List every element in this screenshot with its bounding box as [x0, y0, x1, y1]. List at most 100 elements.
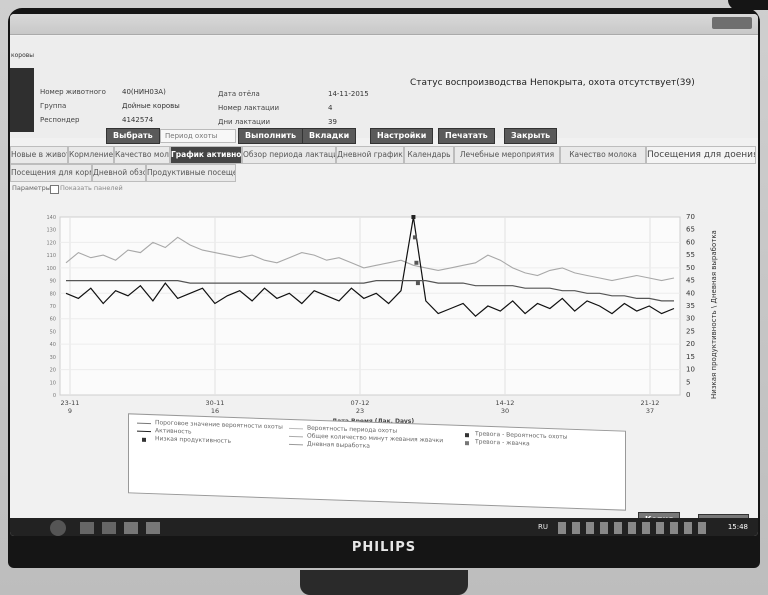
- left-tick-label: 0: [53, 393, 56, 399]
- x-tick-label: 23-11: [61, 399, 80, 407]
- right-tick-label: 35: [686, 302, 695, 310]
- screen-corner-reflection: [728, 0, 768, 10]
- tab-daily-overview[interactable]: Дневной обзор: [92, 164, 146, 182]
- chart-legend: Пороговое значение вероятности охоты Акт…: [128, 413, 626, 511]
- x-tick-sublabel: 9: [68, 407, 72, 415]
- alarm-marker: [415, 281, 420, 286]
- right-tick-label: 55: [686, 251, 695, 259]
- tabs-button[interactable]: Вкладки: [302, 128, 357, 144]
- x-tick-sublabel: 23: [356, 407, 364, 415]
- right-axis-label: Низкая продуктивность \ Дневная выработк…: [710, 230, 718, 399]
- monitor-brand-logo: PHILIPS: [351, 540, 417, 555]
- period-select[interactable]: Период охоты: [160, 129, 236, 143]
- right-tick-label: 60: [686, 238, 695, 246]
- print-button[interactable]: Печатать: [438, 128, 495, 144]
- left-tick-label: 100: [46, 266, 56, 272]
- close-button[interactable]: Закрыть: [504, 128, 558, 144]
- select-button[interactable]: Выбрать: [106, 128, 160, 144]
- left-tick-label: 50: [50, 329, 56, 335]
- calving-date-value: 14-11-2015: [328, 90, 369, 98]
- right-tick-label: 10: [686, 366, 695, 374]
- x-tick-label: 21-12: [641, 399, 660, 407]
- legend-alarm-rumination: Тревога - жвачка: [475, 438, 530, 448]
- tab-productive-visits[interactable]: Продуктивные посещения: [146, 164, 236, 182]
- tray-icons[interactable]: [558, 522, 708, 534]
- left-tick-label: 10: [50, 380, 56, 386]
- tab-feeding[interactable]: Кормление: [68, 146, 114, 164]
- left-tick-label: 130: [46, 228, 56, 234]
- tab-milking-visits[interactable]: Посещения для доения: [646, 146, 756, 164]
- lactation-number-label: Номер лактации: [218, 104, 280, 112]
- right-tick-label: 30: [686, 315, 695, 323]
- taskbar: RU 15:48: [10, 518, 758, 536]
- x-tick-label: 07-12: [351, 399, 370, 407]
- left-tick-label: 140: [46, 215, 56, 221]
- left-tick-label: 120: [46, 240, 56, 246]
- x-tick-sublabel: 30: [501, 407, 509, 415]
- lactation-number-value: 4: [328, 104, 333, 112]
- taskbar-app-icon[interactable]: [102, 522, 116, 534]
- legend-activity: Активность: [155, 427, 192, 436]
- group-label: Группа: [40, 102, 67, 110]
- right-tick-label: 25: [686, 327, 695, 335]
- tab-milk-quality-2[interactable]: Качество молока: [560, 146, 646, 164]
- tabs-row-1: Новые в животные Кормление Качество моло…: [10, 146, 758, 164]
- side-panel: коровы: [10, 52, 34, 132]
- checkbox-icon[interactable]: [50, 185, 59, 194]
- tab-activity-graph[interactable]: График активности: [170, 146, 242, 164]
- activity-chart: 140 130 120 110 100 90 80 70 60 50 40 30 20 10 0 0 5 10 1…: [22, 209, 722, 447]
- legend-low-production: Низкая продуктивность: [155, 435, 231, 445]
- tab-calendar[interactable]: Календарь: [404, 146, 454, 164]
- language-indicator[interactable]: RU: [538, 523, 548, 531]
- x-tick-sublabel: 16: [211, 407, 219, 415]
- left-tick-label: 90: [50, 279, 56, 285]
- settings-button[interactable]: Настройки: [370, 128, 434, 144]
- right-tick-label: 65: [686, 226, 695, 234]
- x-tick-sublabel: 37: [646, 407, 654, 415]
- calving-date-label: Дата отёла: [218, 90, 260, 98]
- execute-button[interactable]: Выполнить: [238, 128, 304, 144]
- legend-line-rumination: [289, 435, 303, 438]
- chart-svg: 1401301201101009080706050403020100 05101…: [46, 213, 718, 425]
- left-tick-label: 20: [50, 368, 56, 374]
- alarm-marker: [411, 215, 416, 219]
- cow-number-value: 40(НИН03А): [122, 88, 166, 96]
- right-tick-label: 50: [686, 264, 695, 272]
- sub-bar: Параметры Показать панелей: [10, 184, 758, 196]
- x-tick-label: 14-12: [496, 399, 515, 407]
- left-tick-label: 40: [50, 342, 56, 348]
- alarm-marker: [414, 260, 419, 265]
- side-panel-title: коровы: [11, 52, 35, 59]
- right-tick-label: 0: [686, 391, 690, 399]
- start-icon[interactable]: [50, 520, 66, 536]
- right-tick-label: 70: [686, 213, 695, 221]
- tab-new-animals[interactable]: Новые в животные: [10, 146, 68, 164]
- left-tick-label: 70: [50, 304, 56, 310]
- left-tick-label: 110: [46, 253, 56, 259]
- tab-milk-quality[interactable]: Качество молока: [114, 146, 170, 164]
- legend-mark-alarm-rumination: [465, 441, 469, 446]
- legend-daily-yield: Дневная выработка: [307, 440, 370, 450]
- group-value: Дойные коровы: [122, 102, 180, 110]
- show-panels-label: Показать панелей: [60, 184, 123, 192]
- taskbar-app-icon[interactable]: [146, 522, 160, 534]
- left-tick-label: 30: [50, 355, 56, 361]
- tabs-row-2: Посещения для кормления Дневной обзор Пр…: [10, 164, 758, 182]
- cow-info-panel: коровы Номер животного 40(НИН03А) Группа…: [10, 36, 758, 144]
- tab-lactation-overview[interactable]: Обзор периода лактации: [242, 146, 336, 164]
- left-tick-label: 60: [50, 317, 56, 323]
- legend-line-threshold: [137, 422, 151, 425]
- left-tick-label: 80: [50, 291, 56, 297]
- taskbar-app-icon[interactable]: [124, 522, 138, 534]
- tab-feeding-visits[interactable]: Посещения для кормления: [10, 164, 92, 182]
- tab-treatments[interactable]: Лечебные мероприятия: [454, 146, 560, 164]
- window-controls[interactable]: [712, 17, 752, 29]
- lactation-days-label: Дни лактации: [218, 118, 271, 126]
- params-label[interactable]: Параметры: [12, 184, 51, 192]
- tab-daily-graph[interactable]: Дневной график: [336, 146, 404, 164]
- right-tick-label: 40: [686, 289, 695, 297]
- x-tick-label: 30-11: [206, 399, 225, 407]
- alarm-marker: [412, 235, 417, 240]
- taskbar-app-icon[interactable]: [80, 522, 94, 534]
- responder-label: Респондер: [40, 116, 80, 124]
